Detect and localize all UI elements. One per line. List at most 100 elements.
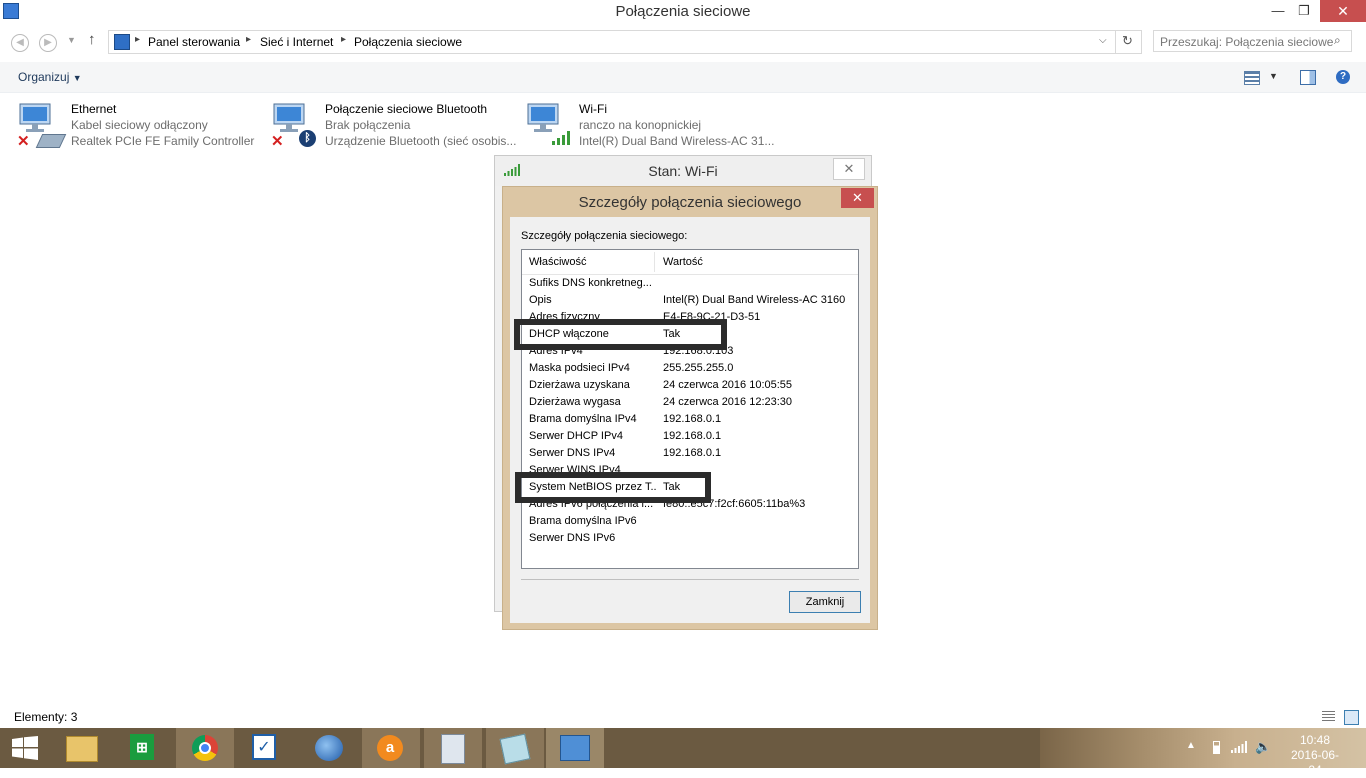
address-bar: ◀ ▶ ▼ ↑ ▸ Panel sterowania ▸ Sieć i Inte… <box>0 27 1366 55</box>
details-close-x-button[interactable]: ✕ <box>841 188 874 208</box>
item-count: Elementy: 3 <box>14 710 78 724</box>
close-dialog-button[interactable]: Zamknij <box>789 591 861 613</box>
row-property: Brama domyślna IPv6 <box>529 515 637 527</box>
maximize-button[interactable]: ❐ <box>1290 0 1318 22</box>
chevron-down-icon: ▼ <box>72 73 82 83</box>
row-property: Sufiks DNS konkretneg... <box>529 277 652 289</box>
address-box[interactable]: ▸ Panel sterowania ▸ Sieć i Internet ▸ P… <box>108 30 1142 54</box>
large-icons-view-icon[interactable] <box>1344 710 1359 725</box>
taskbar-network-connections[interactable] <box>546 728 604 768</box>
ethernet-cable-icon <box>35 134 67 148</box>
highlight-box-dhcp <box>514 319 727 350</box>
minimize-button[interactable]: — <box>1264 0 1292 22</box>
column-header-value[interactable]: Wartość <box>663 256 703 268</box>
store-icon: ⊞ <box>130 734 154 760</box>
highlight-box-netbios <box>515 472 711 503</box>
connection-ethernet[interactable]: ✕ Ethernet Kabel sieciowy odłączony Real… <box>17 100 257 152</box>
up-arrow-icon[interactable]: ↑ <box>88 31 96 48</box>
taskbar-file-explorer[interactable] <box>54 728 112 768</box>
help-icon[interactable]: ? <box>1336 70 1350 84</box>
breadcrumb-network-internet[interactable]: Sieć i Internet <box>260 35 333 49</box>
row-value: 24 czerwca 2016 10:05:55 <box>663 379 793 391</box>
row-property: Serwer DHCP IPv4 <box>529 430 623 442</box>
search-input[interactable]: Przeszukaj: Połączenia sieciowe <box>1153 30 1352 52</box>
row-property: Serwer DNS IPv6 <box>529 532 616 544</box>
row-property: Dzierżawa wygasa <box>529 396 621 408</box>
close-button[interactable]: ✕ <box>1320 0 1366 22</box>
wifi-signal-icon <box>552 131 570 145</box>
connection-wifi[interactable]: Wi-Fi ranczo na konopnickiej Intel(R) Du… <box>525 100 774 152</box>
taskbar-tasks-app[interactable]: ✓ <box>236 728 294 768</box>
connection-name: Wi-Fi <box>579 102 607 116</box>
volume-icon[interactable]: 🔈 <box>1255 739 1271 755</box>
taskbar-notes-app[interactable] <box>486 728 544 768</box>
wifi-status-titlebar: Stan: Wi-Fi ✕ <box>495 156 871 186</box>
row-property: Serwer DNS IPv4 <box>529 447 616 459</box>
column-header-property[interactable]: Właściwość <box>529 256 586 268</box>
taskbar-chrome[interactable] <box>176 728 234 768</box>
avast-icon: a <box>377 735 403 761</box>
table-row[interactable]: Serwer DNS IPv6 <box>522 530 858 547</box>
row-value: 192.168.0.1 <box>663 447 722 459</box>
row-value: 192.168.0.1 <box>663 413 722 425</box>
status-bar: Elementy: 3 <box>0 708 1366 728</box>
table-row[interactable]: Brama domyślna IPv4 192.168.0.1 <box>522 411 858 428</box>
taskbar-store[interactable]: ⊞ <box>114 728 172 768</box>
connection-device: Realtek PCIe FE Family Controller <box>71 134 255 148</box>
taskbar-files-app[interactable] <box>424 728 482 768</box>
bluetooth-icon: ᛒ <box>299 130 316 147</box>
breadcrumb-network-connections[interactable]: Połączenia sieciowe <box>354 35 462 49</box>
row-value: 24 czerwca 2016 12:23:30 <box>663 396 793 408</box>
checklist-icon: ✓ <box>252 734 276 760</box>
breadcrumb-control-panel[interactable]: Panel sterowania <box>148 35 240 49</box>
organize-button[interactable]: Organizuj ▼ <box>18 70 82 84</box>
row-property: Opis <box>529 294 552 306</box>
connection-status: Brak połączenia <box>325 118 411 132</box>
control-panel-icon <box>114 34 130 50</box>
details-view-icon[interactable] <box>1322 711 1335 722</box>
wifi-status-close-button[interactable]: ✕ <box>833 158 865 180</box>
battery-icon[interactable] <box>1213 741 1220 754</box>
refresh-icon[interactable]: ↻ <box>1122 33 1133 49</box>
table-row[interactable]: Dzierżawa uzyskana 24 czerwca 2016 10:05:… <box>522 377 858 394</box>
table-row[interactable]: Serwer DNS IPv4 192.168.0.1 <box>522 445 858 462</box>
table-row[interactable]: Dzierżawa wygasa 24 czerwca 2016 12:23:30 <box>522 394 858 411</box>
wifi-status-title: Stan: Wi-Fi <box>648 163 718 179</box>
taskbar-avast[interactable]: a <box>362 728 420 768</box>
taskbar-clock[interactable]: 10:48 2016-06-24 <box>1290 733 1340 778</box>
address-dropdown-chevron-icon[interactable]: ⌵ <box>1099 35 1107 46</box>
preview-pane-icon[interactable] <box>1300 70 1316 85</box>
table-row[interactable]: Sufiks DNS konkretneg... <box>522 275 858 292</box>
recent-locations-chevron-icon[interactable]: ▼ <box>67 35 76 45</box>
view-options-icon[interactable] <box>1244 71 1260 85</box>
connection-status: ranczo na konopnickiej <box>579 118 702 132</box>
show-hidden-icons-chevron-icon[interactable]: ▲ <box>1186 740 1196 751</box>
connection-bluetooth[interactable]: ✕ ᛒ Połączenie sieciowe Bluetooth Brak p… <box>271 100 516 152</box>
show-desktop-button[interactable] <box>1360 728 1366 768</box>
wifi-tray-icon[interactable] <box>1231 741 1247 753</box>
command-bar: Organizuj ▼ ▼ ? <box>0 62 1366 93</box>
windows-logo-icon <box>12 736 38 760</box>
view-chevron-icon[interactable]: ▼ <box>1269 71 1278 81</box>
taskbar: ⊞ ✓ a ▲ 🔈 10:48 2016-06-24 <box>0 728 1366 777</box>
table-row[interactable]: Opis Intel(R) Dual Band Wireless-AC 3160 <box>522 292 858 309</box>
table-row[interactable]: Maska podsieci IPv4 255.255.255.0 <box>522 360 858 377</box>
back-arrow-icon[interactable]: ◀ <box>11 34 29 52</box>
details-title: Szczegóły połączenia sieciowego <box>578 194 802 211</box>
table-row[interactable]: Brama domyślna IPv6 <box>522 513 858 530</box>
row-property: Brama domyślna IPv4 <box>529 413 637 425</box>
connection-name: Ethernet <box>71 102 117 116</box>
details-list[interactable]: Właściwość Wartość Sufiks DNS konkretneg… <box>521 249 859 569</box>
row-value: Intel(R) Dual Band Wireless-AC 3160 <box>663 294 846 306</box>
network-details-dialog: Szczegóły połączenia sieciowego ✕ Szczeg… <box>502 186 878 630</box>
files-icon <box>441 734 465 764</box>
notes-icon <box>499 733 531 765</box>
details-content: Szczegóły połączenia sieciowego: Właściw… <box>510 217 870 623</box>
start-button[interactable] <box>0 728 58 768</box>
window-titlebar: Połączenia sieciowe — ❐ ✕ <box>0 0 1366 24</box>
taskbar-thunderbird[interactable] <box>300 728 358 768</box>
search-icon[interactable]: ⌕ <box>1334 33 1341 48</box>
forward-arrow-icon[interactable]: ▶ <box>39 34 57 52</box>
table-row[interactable]: Serwer DHCP IPv4 192.168.0.1 <box>522 428 858 445</box>
network-connections-icon <box>560 735 590 761</box>
